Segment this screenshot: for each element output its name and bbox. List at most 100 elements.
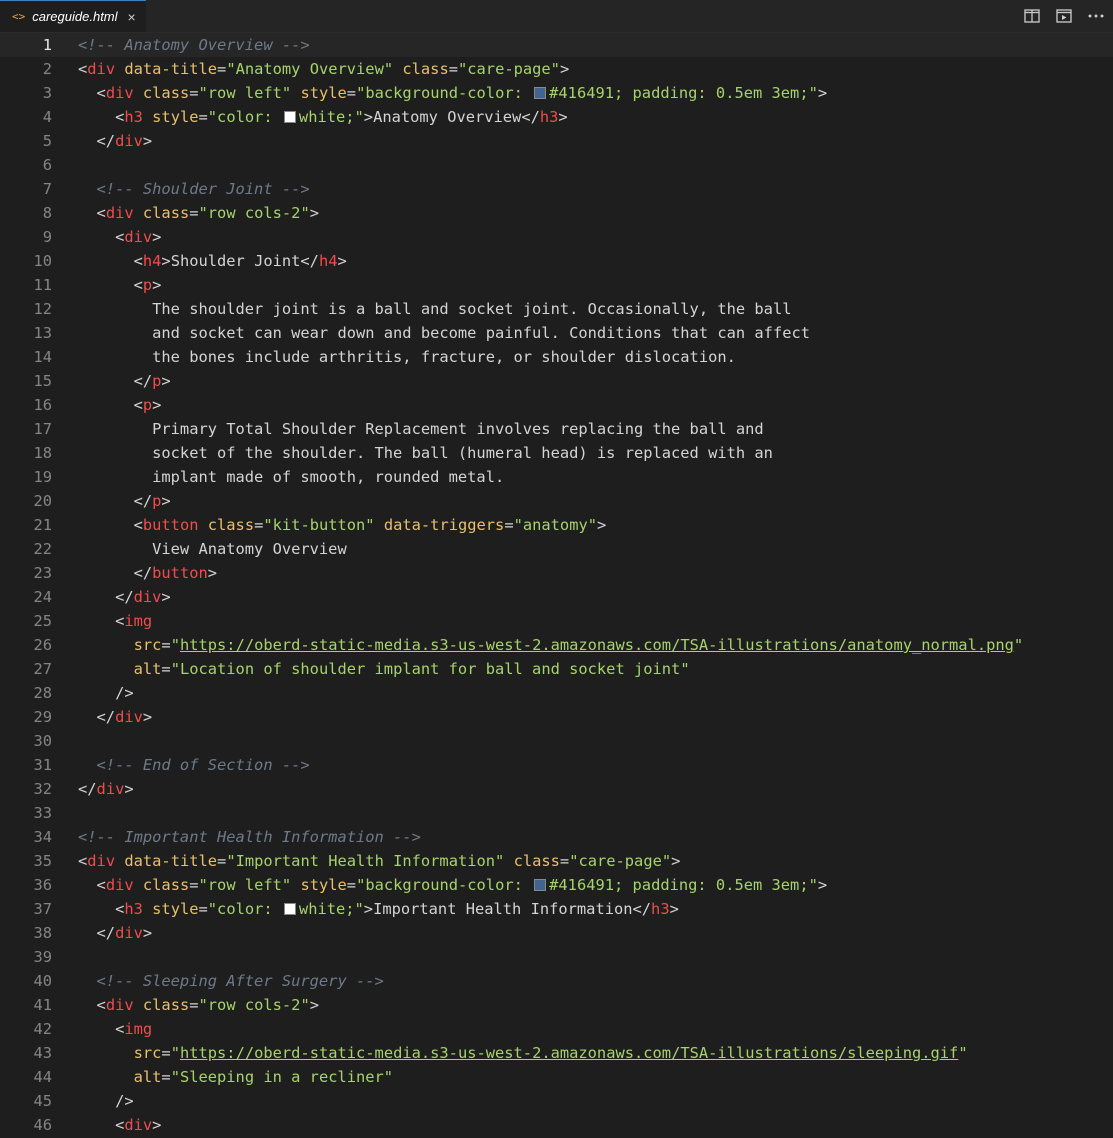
code-token: class	[133, 996, 190, 1014]
code-line[interactable]: 12 The shoulder joint is a ball and sock…	[0, 297, 1113, 321]
code-token: </	[78, 780, 97, 798]
code-token: =	[198, 108, 208, 126]
code-token: data-title	[115, 60, 218, 78]
code-line[interactable]: 42 <img	[0, 1017, 1113, 1041]
code-line[interactable]: 10 <h4>Shoulder Joint</h4>	[0, 249, 1113, 273]
code-line[interactable]: 24 </div>	[0, 585, 1113, 609]
line-code: <h3 style="color: white;">Important Heal…	[78, 897, 679, 921]
line-number: 21	[33, 516, 52, 534]
code-token: =	[161, 1044, 171, 1062]
code-token: alt	[78, 660, 162, 678]
code-line[interactable]: 40 <!-- Sleeping After Surgery -->	[0, 969, 1113, 993]
line-code: src="https://oberd-static-media.s3-us-we…	[78, 633, 1024, 657]
code-line[interactable]: 6	[0, 153, 1113, 177]
code-token: >	[152, 228, 162, 246]
color-swatch[interactable]	[534, 87, 547, 99]
code-line[interactable]: 45 />	[0, 1089, 1113, 1113]
line-number: 17	[33, 420, 52, 438]
code-line[interactable]: 29 </div>	[0, 705, 1113, 729]
code-line[interactable]: 35 <div data-title="Important Health Info…	[0, 849, 1113, 873]
code-line[interactable]: 20 </p>	[0, 489, 1113, 513]
color-swatch[interactable]	[283, 111, 296, 123]
code-line[interactable]: 7 <!-- Shoulder Joint -->	[0, 177, 1113, 201]
code-token: class	[198, 516, 255, 534]
code-line[interactable]: 3 <div class="row left" style="backgroun…	[0, 81, 1113, 105]
code-token: button	[142, 516, 199, 534]
code-line[interactable]: 25 <img	[0, 609, 1113, 633]
code-line[interactable]: 34 <!-- Important Health Information -->	[0, 825, 1113, 849]
code-token: </	[78, 372, 153, 390]
code-line[interactable]: 41 <div class="row cols-2">	[0, 993, 1113, 1017]
code-line[interactable]: 9 <div>	[0, 225, 1113, 249]
code-line[interactable]: 2 <div data-title="Anatomy Overview" clas…	[0, 57, 1113, 81]
code-line[interactable]: 33	[0, 801, 1113, 825]
code-line[interactable]: 17 Primary Total Shoulder Replacement in…	[0, 417, 1113, 441]
tab-title: careguide.html	[32, 9, 118, 24]
code-line[interactable]: 44 alt="Sleeping in a recliner"	[0, 1065, 1113, 1089]
line-number: 6	[42, 156, 52, 174]
line-number: 22	[33, 540, 52, 558]
code-line[interactable]: 31 <!-- End of Section -->	[0, 753, 1113, 777]
code-line[interactable]: 14 the bones include arthritis, fracture…	[0, 345, 1113, 369]
code-line[interactable]: 21 <button class="kit-button" data-trigg…	[0, 513, 1113, 537]
code-token: white;"	[298, 108, 364, 126]
color-swatch[interactable]	[283, 903, 296, 915]
close-icon[interactable]: ×	[128, 9, 136, 25]
code-line[interactable]: 32 </div>	[0, 777, 1113, 801]
code-token: =	[217, 852, 227, 870]
editor-tab[interactable]: <> careguide.html ×	[0, 0, 146, 32]
preview-icon[interactable]	[1055, 7, 1073, 25]
line-code: <!-- Shoulder Joint -->	[78, 177, 310, 201]
code-token: div	[133, 588, 162, 606]
code-link[interactable]: https://oberd-static-media.s3-us-west-2.…	[180, 1044, 958, 1062]
code-line[interactable]: 43 src="https://oberd-static-media.s3-us…	[0, 1041, 1113, 1065]
code-line[interactable]: 13 and socket can wear down and become p…	[0, 321, 1113, 345]
code-token: =	[217, 60, 227, 78]
code-line[interactable]: 5 </div>	[0, 129, 1113, 153]
line-code: View Anatomy Overview	[78, 537, 347, 561]
code-line[interactable]: 38 </div>	[0, 921, 1113, 945]
code-token: =	[189, 876, 199, 894]
code-line[interactable]: 28 />	[0, 681, 1113, 705]
code-line[interactable]: 22 View Anatomy Overview	[0, 537, 1113, 561]
code-line[interactable]: 18 socket of the shoulder. The ball (hum…	[0, 441, 1113, 465]
code-line[interactable]: 39	[0, 945, 1113, 969]
code-token: h4	[318, 252, 338, 270]
code-token: <!-- Sleeping After Surgery -->	[78, 972, 384, 990]
line-number: 23	[33, 564, 52, 582]
code-token: =	[559, 852, 570, 870]
code-token: "background-color:	[356, 84, 533, 102]
line-number: 32	[33, 780, 52, 798]
code-line[interactable]: 15 </p>	[0, 369, 1113, 393]
code-line[interactable]: 36 <div class="row left" style="backgrou…	[0, 873, 1113, 897]
code-line[interactable]: 19 implant made of smooth, rounded metal…	[0, 465, 1113, 489]
code-line[interactable]: 4 <h3 style="color: white;">Anatomy Over…	[0, 105, 1113, 129]
code-token: "	[170, 1044, 180, 1062]
line-code: <div data-title="Anatomy Overview" class…	[78, 57, 569, 81]
split-editor-icon[interactable]	[1023, 7, 1041, 25]
code-line[interactable]: 26 src="https://oberd-static-media.s3-us…	[0, 633, 1113, 657]
line-code: <p>	[78, 273, 162, 297]
code-line[interactable]: 30	[0, 729, 1113, 753]
code-line[interactable]: 37 <h3 style="color: white;">Important H…	[0, 897, 1113, 921]
code-line[interactable]: 46 <div>	[0, 1113, 1113, 1137]
line-number: 12	[33, 300, 52, 318]
code-line[interactable]: 23 </button>	[0, 561, 1113, 585]
code-token: >	[142, 708, 153, 726]
code-token: "care-page"	[569, 852, 672, 870]
code-line[interactable]: 1 <!-- Anatomy Overview -->	[0, 33, 1113, 57]
code-line[interactable]: 27 alt="Location of shoulder implant for…	[0, 657, 1113, 681]
code-line[interactable]: 16 <p>	[0, 393, 1113, 417]
code-link[interactable]: https://oberd-static-media.s3-us-west-2.…	[180, 636, 1014, 654]
code-token: h3	[651, 900, 670, 918]
code-token: <	[78, 516, 143, 534]
more-actions-icon[interactable]	[1087, 7, 1105, 25]
code-token: div	[96, 780, 125, 798]
code-line[interactable]: 8 <div class="row cols-2">	[0, 201, 1113, 225]
code-editor[interactable]: 1 <!-- Anatomy Overview --> 2 <div data-tit…	[0, 33, 1113, 1137]
line-number: 8	[42, 204, 52, 222]
code-token: =	[448, 60, 458, 78]
code-token: white;"	[298, 900, 364, 918]
code-line[interactable]: 11 <p>	[0, 273, 1113, 297]
color-swatch[interactable]	[534, 879, 547, 891]
